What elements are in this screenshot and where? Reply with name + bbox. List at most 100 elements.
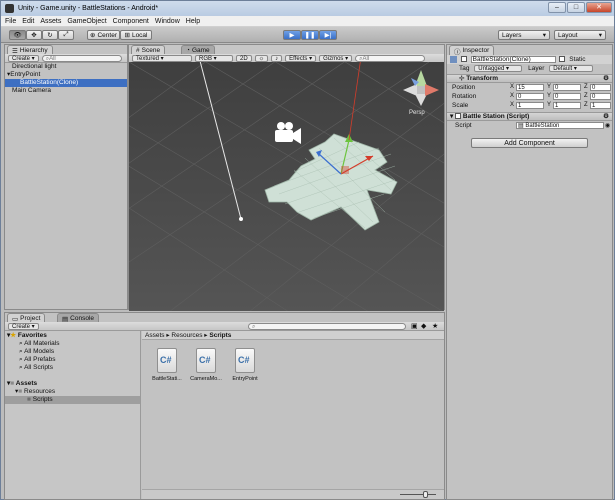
- position-x-field[interactable]: 15: [516, 84, 544, 91]
- menu-help[interactable]: Help: [186, 18, 200, 25]
- tag-dropdown[interactable]: Untagged ▾: [474, 65, 523, 72]
- breadcrumb-item[interactable]: Assets: [145, 332, 165, 339]
- menu-bar: File Edit Assets GameObject Component Wi…: [1, 16, 614, 27]
- assets-folder[interactable]: ▾■ Assets: [5, 380, 140, 388]
- add-component-button[interactable]: Add Component: [471, 138, 588, 148]
- hierarchy-item-selected[interactable]: BattleStation(Clone): [5, 79, 127, 87]
- filter-type-icon[interactable]: ▣: [411, 322, 418, 330]
- object-name-field[interactable]: BattleStation(Clone): [470, 56, 556, 63]
- filter-label-icon[interactable]: ◆: [421, 322, 426, 330]
- rotate-tool-button[interactable]: ↻: [42, 30, 58, 40]
- hierarchy-search-input[interactable]: ⌕All: [41, 54, 122, 62]
- scene-search-input[interactable]: ⌕All: [355, 54, 426, 62]
- play-button[interactable]: ▶: [283, 30, 301, 40]
- scale-z-field[interactable]: 1: [590, 102, 611, 109]
- project-search-input[interactable]: ⌕: [248, 322, 406, 330]
- shading-dropdown[interactable]: Textured ▾: [132, 54, 192, 62]
- active-checkbox[interactable]: [460, 56, 467, 63]
- asset-file[interactable]: C# CameraMo...: [189, 348, 223, 382]
- pivot-local-toggle[interactable]: ⊞ Local: [120, 30, 152, 40]
- tag-value: Untagged: [478, 66, 505, 72]
- minimize-button[interactable]: –: [548, 2, 566, 13]
- lighting-toggle[interactable]: ☼: [254, 54, 269, 62]
- info-icon: ⓘ: [454, 48, 461, 56]
- breadcrumb-item[interactable]: Resources: [171, 332, 202, 339]
- script-component-header[interactable]: ▾ Battle Station (Script) ⚙: [447, 112, 612, 121]
- gizmos-dropdown[interactable]: Gizmos ▾: [319, 54, 353, 62]
- mode2d-label: 2D: [240, 55, 248, 62]
- hierarchy-item[interactable]: Directional light: [5, 63, 127, 71]
- pivot-center-toggle[interactable]: ⊕ Center: [87, 30, 120, 40]
- rotation-z-field[interactable]: 0: [590, 93, 611, 100]
- close-button[interactable]: ✕: [586, 2, 612, 13]
- hierarchy-item[interactable]: Main Camera: [5, 87, 127, 95]
- scripts-label: Scripts: [32, 396, 53, 403]
- favorite-label: All Prefabs: [24, 356, 56, 363]
- scale-icon: ⤢: [63, 31, 69, 38]
- hierarchy-item[interactable]: ▾EntryPoint: [5, 71, 127, 79]
- icon-size-slider[interactable]: [400, 494, 436, 495]
- maximize-button[interactable]: □: [567, 2, 585, 13]
- scene-viewport[interactable]: Persp: [129, 62, 444, 311]
- gizmos-label: Gizmos: [323, 55, 344, 62]
- static-checkbox[interactable]: [559, 56, 566, 63]
- scale-x-field[interactable]: 1: [516, 102, 544, 109]
- favorite-star-icon[interactable]: ★: [432, 322, 438, 330]
- layer-dropdown[interactable]: Default ▾: [549, 65, 594, 72]
- favorite-item[interactable]: ⌕ All Models: [5, 348, 140, 356]
- settings-gear-icon[interactable]: ⚙: [603, 113, 609, 121]
- layout-dropdown[interactable]: Layout ▾: [554, 30, 606, 40]
- script-object-field[interactable]: ▤ BattleStation: [516, 122, 604, 129]
- tab-inspector[interactable]: ⓘ Inspector: [449, 45, 495, 56]
- axis-y-label: Y: [547, 102, 552, 108]
- favorite-item[interactable]: ⌕ All Materials: [5, 340, 140, 348]
- menu-assets[interactable]: Assets: [40, 18, 61, 25]
- scale-tool-button[interactable]: ⤢: [58, 30, 74, 40]
- rotation-y-field[interactable]: 0: [553, 93, 581, 100]
- scene-grid-icon: #: [136, 47, 140, 54]
- sun-icon: ☼: [258, 55, 265, 62]
- settings-gear-icon[interactable]: ⚙: [603, 75, 609, 83]
- dropdown-arrow-icon: ▾: [542, 32, 546, 39]
- menu-component[interactable]: Component: [113, 18, 149, 25]
- object-picker-icon[interactable]: ◉: [605, 122, 610, 129]
- position-z-field[interactable]: 0: [590, 84, 611, 91]
- hand-tool-button[interactable]: 👁: [9, 30, 26, 40]
- axis-z-label: Z: [584, 93, 588, 99]
- script-enabled-checkbox[interactable]: [455, 113, 462, 120]
- persp-label[interactable]: Persp: [409, 110, 425, 116]
- expand-triangle-icon[interactable]: ▾: [450, 113, 453, 120]
- breadcrumb-item-current[interactable]: Scripts: [209, 332, 231, 339]
- menu-edit[interactable]: Edit: [22, 18, 34, 25]
- pause-icon: ❚❚: [304, 32, 316, 39]
- effects-dropdown[interactable]: Effects ▾: [285, 54, 317, 62]
- slider-handle[interactable]: [423, 491, 428, 498]
- tag-label: Tag: [459, 65, 470, 72]
- favorites-header[interactable]: ▾★ Favorites: [5, 332, 140, 340]
- transform-header[interactable]: ⊹ Transform ⚙: [447, 74, 612, 83]
- step-button[interactable]: ▶|: [319, 30, 337, 40]
- project-create-dropdown[interactable]: Create ▾: [8, 322, 39, 330]
- pause-button[interactable]: ❚❚: [301, 30, 319, 40]
- create-dropdown[interactable]: Create ▾: [8, 54, 39, 62]
- layer-value: Default: [553, 66, 573, 72]
- favorite-item[interactable]: ⌕ All Prefabs: [5, 356, 140, 364]
- menu-window[interactable]: Window: [155, 18, 180, 25]
- menu-file[interactable]: File: [5, 18, 16, 25]
- toggle-2d-button[interactable]: 2D: [236, 54, 252, 62]
- project-panel: ▭ Project ▤ Console Create ▾ ⌕ ▣ ◆ ★ ▾★ …: [4, 312, 445, 500]
- scale-y-field[interactable]: 1: [553, 102, 581, 109]
- axis-z-label: Z: [584, 102, 588, 108]
- render-mode-dropdown[interactable]: RGB ▾: [195, 54, 233, 62]
- position-y-field[interactable]: 0: [553, 84, 581, 91]
- rotation-x-field[interactable]: 0: [516, 93, 544, 100]
- asset-file[interactable]: C# EntryPoint: [228, 348, 262, 382]
- asset-file[interactable]: C# BattleStati...: [150, 348, 184, 382]
- audio-toggle[interactable]: ♪: [271, 54, 283, 62]
- menu-gameobject[interactable]: GameObject: [67, 18, 106, 25]
- favorite-item[interactable]: ⌕ All Scripts: [5, 364, 140, 372]
- move-tool-button[interactable]: ✥: [26, 30, 42, 40]
- layers-dropdown[interactable]: Layers ▾: [498, 30, 550, 40]
- resources-folder[interactable]: ▾■ Resources: [5, 388, 140, 396]
- scripts-folder-selected[interactable]: ■ Scripts: [5, 396, 140, 404]
